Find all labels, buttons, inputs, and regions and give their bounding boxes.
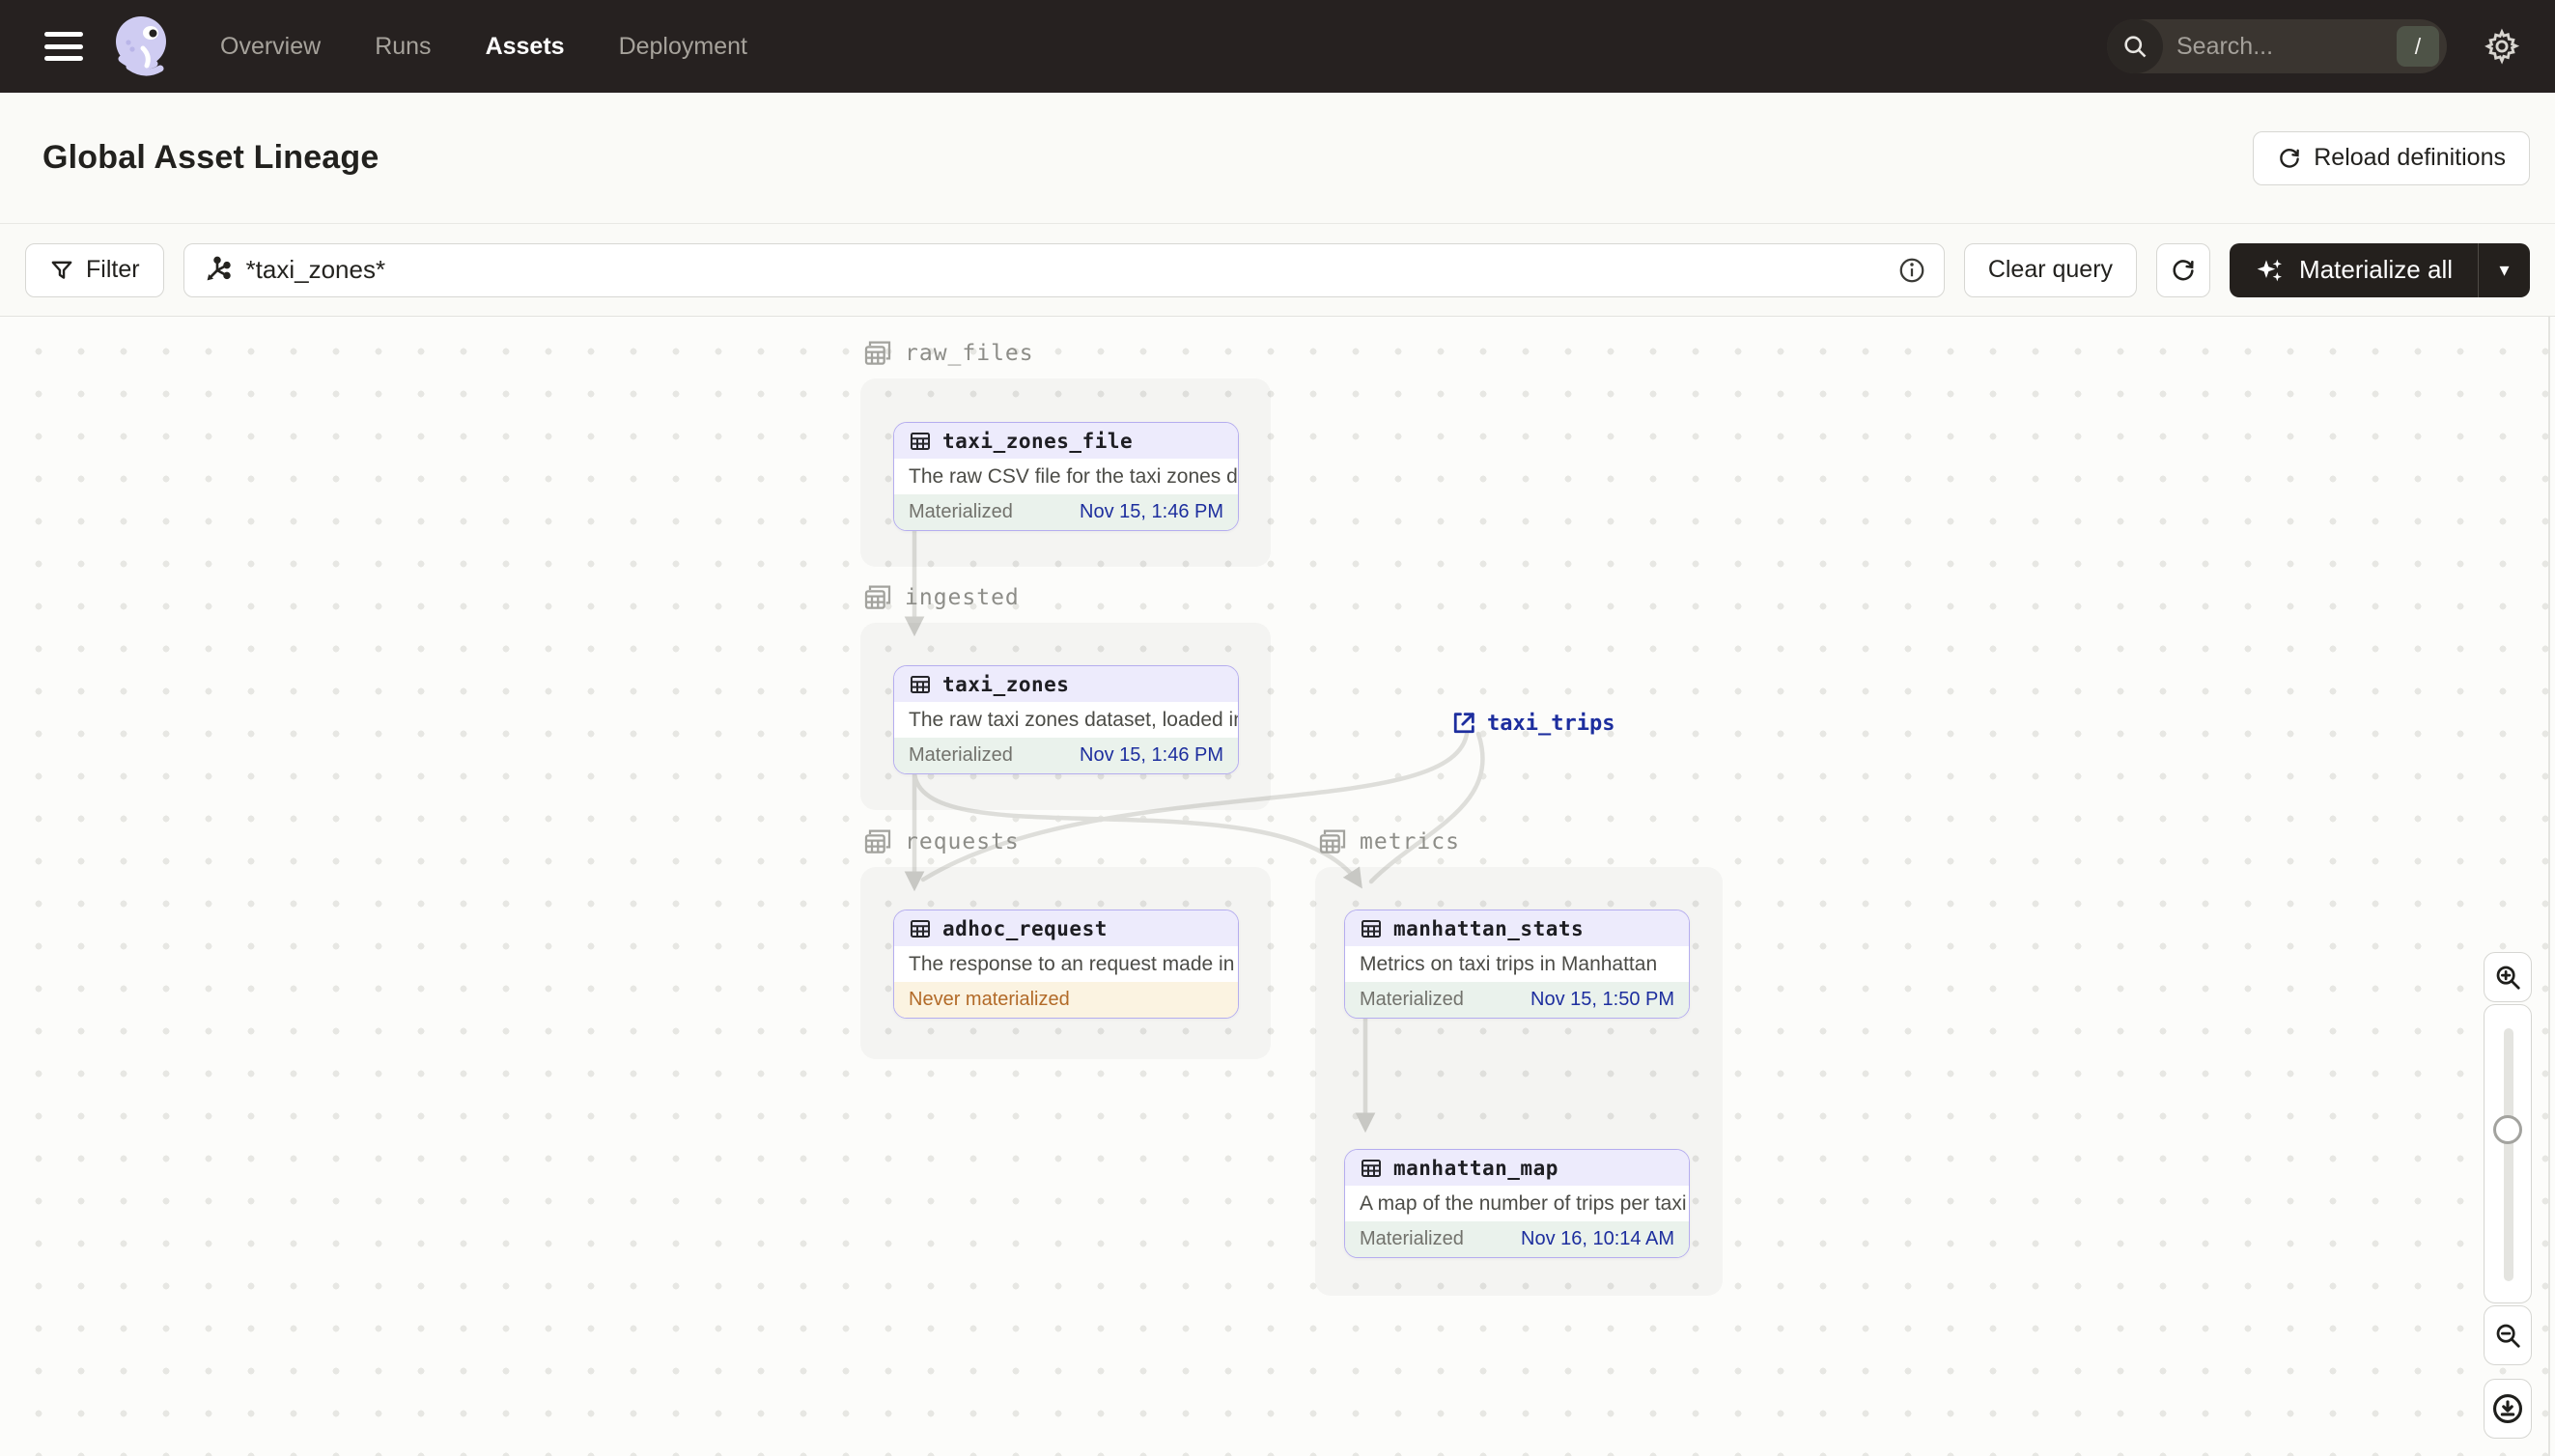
asset-selection-input[interactable] <box>182 242 1945 297</box>
nav-item-deployment[interactable]: Deployment <box>619 33 747 61</box>
asset-node-adhoc-request[interactable]: adhoc_request The response to an request… <box>893 910 1239 1019</box>
group-table-stack-icon <box>864 341 891 365</box>
status-label: Materialized <box>1360 1228 1464 1249</box>
refresh-icon <box>2280 148 2300 168</box>
funnel-icon <box>51 261 72 279</box>
group-table-stack-icon <box>864 585 891 609</box>
external-link-icon <box>1453 713 1474 734</box>
hamburger-menu-icon[interactable] <box>44 32 83 61</box>
asset-description: The response to an request made in th... <box>894 946 1238 982</box>
asset-status-row: Materialized Nov 15, 1:46 PM <box>894 494 1238 530</box>
reload-definitions-button[interactable]: Reload definitions <box>2253 130 2530 185</box>
download-circle-icon <box>2492 1393 2523 1424</box>
asset-status-row: Materialized Nov 15, 1:46 PM <box>894 738 1238 773</box>
sparkles-icon <box>2257 259 2283 281</box>
nav-item-runs[interactable]: Runs <box>375 33 431 61</box>
materialization-timestamp: Nov 15, 1:46 PM <box>1080 744 1223 766</box>
external-asset-taxi-trips[interactable]: taxi_trips <box>1450 710 1614 737</box>
zoom-slider-track[interactable] <box>2504 1028 2513 1281</box>
nav-item-assets[interactable]: Assets <box>486 33 565 61</box>
main-nav: Overview Runs Assets Deployment <box>220 33 747 61</box>
asset-status-row: Materialized Nov 16, 10:14 AM <box>1345 1221 1689 1257</box>
group-label-ingested: ingested <box>862 582 1020 613</box>
asset-query-input[interactable] <box>245 255 1884 285</box>
status-label: Materialized <box>1360 989 1464 1010</box>
materialization-timestamp: Nov 15, 1:46 PM <box>1080 501 1223 522</box>
asset-description: The raw taxi zones dataset, loaded int..… <box>894 702 1238 738</box>
materialization-timestamp: Nov 15, 1:50 PM <box>1530 989 1674 1010</box>
global-search[interactable]: / <box>2107 19 2447 73</box>
search-input[interactable] <box>2163 32 2397 61</box>
table-icon <box>911 919 930 938</box>
asset-node-taxi-zones-file[interactable]: taxi_zones_file The raw CSV file for the… <box>893 422 1239 531</box>
info-icon[interactable] <box>1897 256 1926 285</box>
asset-lineage-canvas[interactable]: raw_files ingested requests metrics taxi… <box>0 317 2555 1456</box>
refresh-graph-button[interactable] <box>2156 242 2211 297</box>
zoom-controls <box>2484 952 2532 1439</box>
canvas-right-rule <box>2548 317 2550 1456</box>
recenter-download-button[interactable] <box>2484 1379 2532 1439</box>
asset-node-taxi-zones[interactable]: taxi_zones The raw taxi zones dataset, l… <box>893 665 1239 774</box>
search-icon <box>2107 19 2163 73</box>
filter-button[interactable]: Filter <box>25 242 164 297</box>
zoom-out-button[interactable] <box>2484 1305 2532 1365</box>
group-label-requests: requests <box>862 826 1020 857</box>
zoom-slider[interactable] <box>2484 1004 2532 1303</box>
refresh-icon <box>2173 259 2194 280</box>
asset-graph-query-icon <box>207 256 231 280</box>
dagster-logo-icon[interactable] <box>108 12 178 81</box>
page-header: Global Asset Lineage Reload definitions <box>0 93 2555 224</box>
materialize-all-button[interactable]: Materialize all ▾ <box>2230 242 2530 297</box>
nav-item-overview[interactable]: Overview <box>220 33 321 61</box>
asset-node-manhattan-map[interactable]: manhattan_map A map of the number of tri… <box>1344 1149 1690 1258</box>
asset-status-row: Materialized Nov 15, 1:50 PM <box>1345 982 1689 1018</box>
asset-description: The raw CSV file for the taxi zones dat.… <box>894 459 1238 494</box>
status-label: Materialized <box>909 744 1013 766</box>
table-icon <box>911 432 930 450</box>
status-label: Materialized <box>909 501 1013 522</box>
zoom-slider-thumb[interactable] <box>2493 1115 2522 1144</box>
materialization-timestamp: Nov 16, 10:14 AM <box>1521 1228 1674 1249</box>
settings-gear-icon[interactable] <box>2484 28 2520 65</box>
asset-status-row: Never materialized <box>894 982 1238 1018</box>
group-table-stack-icon <box>1319 829 1346 854</box>
zoom-in-button[interactable] <box>2484 952 2532 1002</box>
zoom-in-icon <box>2496 966 2520 990</box>
lineage-edges <box>904 525 1485 1134</box>
group-label-raw-files: raw_files <box>862 338 1034 369</box>
lineage-toolbar: Filter Clear query Materialize a <box>0 224 2555 317</box>
asset-node-manhattan-stats[interactable]: manhattan_stats Metrics on taxi trips in… <box>1344 910 1690 1019</box>
table-icon <box>911 675 930 693</box>
page-title: Global Asset Lineage <box>42 139 379 176</box>
group-label-metrics: metrics <box>1317 826 1460 857</box>
asset-description: Metrics on taxi trips in Manhattan <box>1345 946 1689 982</box>
clear-query-button[interactable]: Clear query <box>1963 242 2138 297</box>
status-label: Never materialized <box>909 989 1070 1010</box>
group-table-stack-icon <box>864 829 891 854</box>
top-nav-bar: Overview Runs Assets Deployment / <box>0 0 2555 93</box>
asset-description: A map of the number of trips per taxi z.… <box>1345 1186 1689 1221</box>
table-icon <box>1362 919 1381 938</box>
materialize-dropdown-caret[interactable]: ▾ <box>2478 242 2530 297</box>
zoom-out-icon <box>2496 1324 2520 1348</box>
table-icon <box>1362 1159 1381 1177</box>
search-shortcut-badge: / <box>2397 26 2439 67</box>
